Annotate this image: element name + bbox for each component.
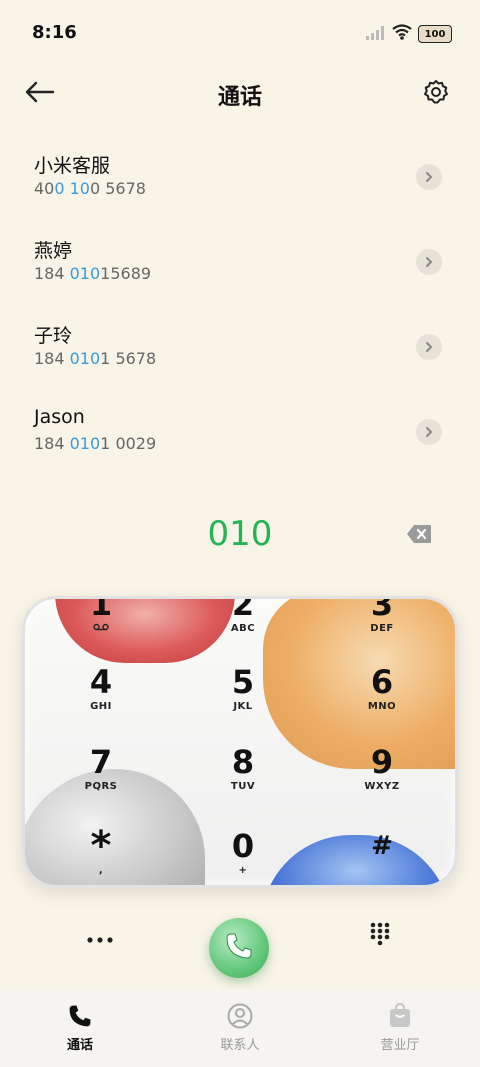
- chevron-right-icon[interactable]: [416, 249, 442, 275]
- contact-row[interactable]: 小米客服 400 100 5678: [0, 140, 480, 225]
- key-digit: 5: [231, 663, 255, 701]
- key-letters: GHI: [90, 701, 112, 712]
- voicemail-icon: [51, 623, 151, 634]
- key-8[interactable]: 8 TUV: [193, 745, 293, 821]
- backspace-button[interactable]: [406, 524, 432, 546]
- page-title: 通话: [217, 85, 262, 110]
- contact-number: 400 100 5678: [34, 179, 146, 198]
- contact-name: Jason: [34, 406, 85, 428]
- wifi-icon: [392, 24, 412, 44]
- key-4[interactable]: 4 GHI: [51, 665, 151, 741]
- key-digit: 4: [89, 663, 113, 701]
- key-3[interactable]: 3 DEF: [332, 596, 432, 663]
- key-digit: 6: [370, 663, 394, 701]
- key-9[interactable]: 9 WXYZ: [332, 745, 432, 821]
- key-digit: 9: [370, 743, 394, 781]
- status-bar: 8:16 100: [0, 0, 480, 64]
- tab-store[interactable]: 营业厅: [320, 990, 480, 1067]
- key-digit: 0: [231, 827, 255, 865]
- battery-indicator: 100: [418, 25, 452, 43]
- key-6[interactable]: 6 MNO: [332, 665, 432, 741]
- key-letters: JKL: [233, 701, 253, 712]
- store-bag-icon: [386, 1002, 414, 1030]
- key-digit: *: [90, 823, 112, 869]
- phone-icon: [66, 1002, 94, 1030]
- contact-suggestion-list: 小米客服 400 100 5678 燕婷 184 01015689 子玲 184…: [0, 140, 480, 480]
- key-letters: TUV: [230, 781, 256, 792]
- key-hash[interactable]: #: [332, 829, 432, 885]
- contact-name: 燕婷: [34, 240, 73, 262]
- key-letters: +: [238, 865, 248, 876]
- key-letters: PQRS: [84, 781, 118, 792]
- contact-name: 小米客服: [34, 155, 111, 177]
- keypad-toggle-button[interactable]: [364, 920, 396, 952]
- key-letters: ,: [98, 865, 104, 876]
- key-7[interactable]: 7 PQRS: [51, 745, 151, 821]
- tab-label: 营业厅: [380, 1038, 420, 1053]
- contact-number: 184 0101 5678: [34, 349, 157, 368]
- status-time: 8:16: [32, 22, 77, 43]
- tab-calls[interactable]: 通话: [0, 990, 160, 1067]
- bottom-nav: 通话 联系人 营业厅: [0, 990, 480, 1067]
- status-icons: 100: [366, 24, 452, 44]
- key-digit: 7: [89, 743, 113, 781]
- contact-number: 184 0101 0029: [34, 434, 157, 453]
- contact-row[interactable]: 子玲 184 0101 5678: [0, 310, 480, 395]
- tab-contacts[interactable]: 联系人: [160, 990, 320, 1067]
- dialpad-icon: [369, 921, 391, 951]
- key-digit: 1: [89, 596, 113, 623]
- key-digit: 2: [231, 596, 255, 623]
- key-letters: DEF: [370, 623, 394, 634]
- chevron-right-icon[interactable]: [416, 334, 442, 360]
- key-letters: MNO: [367, 701, 397, 712]
- contact-name: 子玲: [34, 325, 73, 347]
- signal-icon: [366, 25, 386, 44]
- more-dots-icon: [87, 928, 113, 947]
- key-2[interactable]: 2 ABC: [193, 596, 293, 663]
- key-letters: WXYZ: [364, 781, 400, 792]
- chevron-right-icon[interactable]: [416, 164, 442, 190]
- call-button[interactable]: [209, 918, 269, 978]
- more-options-button[interactable]: [84, 925, 116, 949]
- contact-row[interactable]: Jason 184 0101 0029: [0, 395, 480, 480]
- key-0[interactable]: 0 +: [193, 827, 293, 885]
- dialer-screen: 8:16 100 通话 小米客服 400 100 5678 燕婷 184 010…: [0, 0, 480, 1067]
- key-digit: #: [371, 831, 393, 861]
- backspace-icon: [406, 525, 432, 548]
- phone-icon: [224, 931, 254, 965]
- contacts-icon: [226, 1002, 254, 1030]
- contact-row[interactable]: 燕婷 184 01015689: [0, 225, 480, 310]
- key-star[interactable]: * ,: [51, 823, 151, 885]
- key-1[interactable]: 1: [51, 596, 151, 663]
- settings-button[interactable]: [418, 76, 454, 112]
- key-5[interactable]: 5 JKL: [193, 665, 293, 741]
- key-digit: 3: [370, 596, 394, 623]
- gear-icon: [422, 78, 450, 110]
- key-digit: 8: [231, 743, 255, 781]
- header: 通话: [0, 64, 480, 124]
- chevron-right-icon[interactable]: [416, 419, 442, 445]
- tab-label: 通话: [66, 1038, 93, 1053]
- keypad: 1 2 ABC 3 DEF 4 GHI 5 JKL 6 MNO 7 PQRS 8…: [22, 596, 458, 888]
- tab-label: 联系人: [220, 1038, 260, 1053]
- key-letters: ABC: [230, 623, 256, 634]
- contact-number: 184 01015689: [34, 264, 152, 283]
